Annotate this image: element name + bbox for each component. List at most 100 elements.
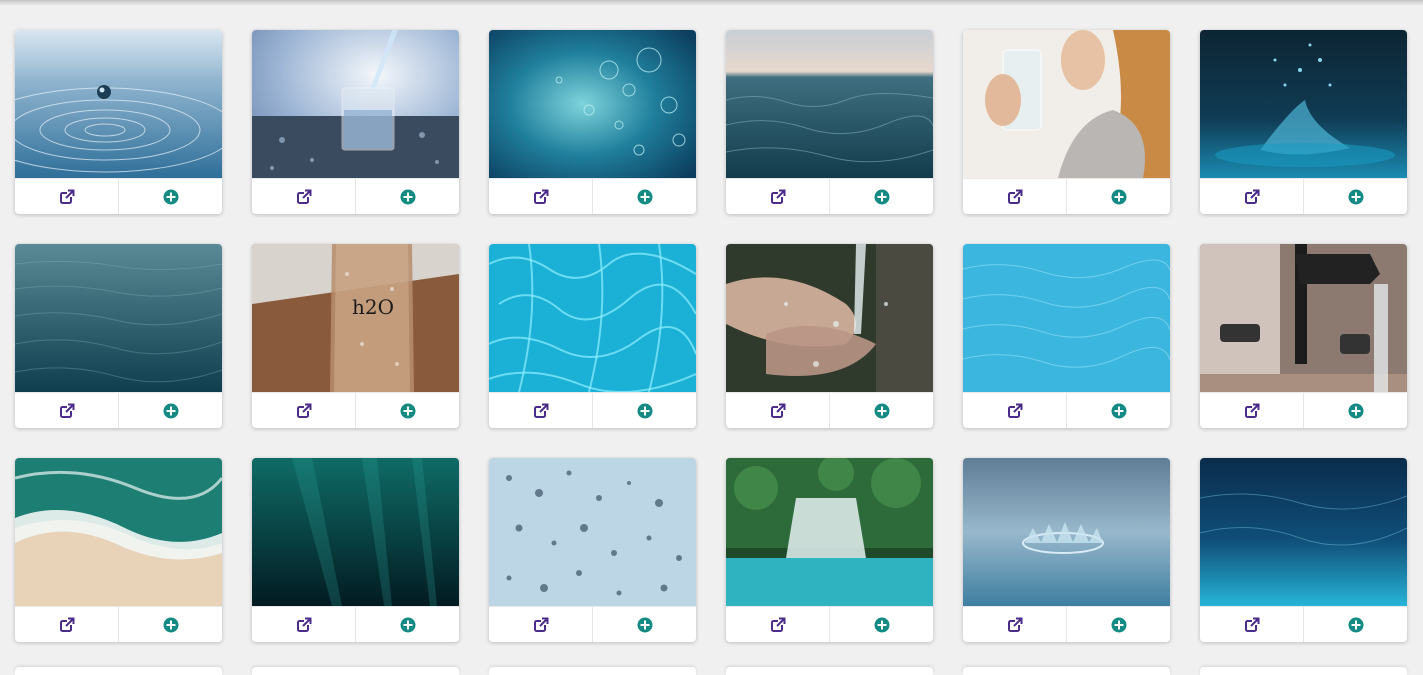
plus-circle-icon <box>637 617 653 633</box>
card-actions <box>489 392 696 428</box>
open-image-button[interactable] <box>1200 179 1303 214</box>
image-thumbnail-raindrops-on-glass[interactable] <box>489 458 696 606</box>
external-link-icon <box>1244 189 1260 205</box>
open-image-button[interactable] <box>963 179 1066 214</box>
image-thumbnail-faucet-running[interactable] <box>1200 244 1407 392</box>
add-image-button[interactable] <box>1303 393 1407 428</box>
external-link-icon <box>770 189 786 205</box>
open-image-button[interactable] <box>726 179 829 214</box>
external-link-icon <box>533 403 549 419</box>
open-image-button[interactable] <box>252 393 355 428</box>
gallery-card <box>963 30 1170 214</box>
plus-circle-icon <box>163 403 179 419</box>
gallery-card <box>252 30 459 214</box>
card-actions <box>963 392 1170 428</box>
add-image-button[interactable] <box>592 607 696 642</box>
image-thumbnail-aerial-beach-waves[interactable] <box>15 458 222 606</box>
add-image-button[interactable] <box>1066 393 1170 428</box>
image-thumbnail-woman-drinking-water[interactable] <box>963 30 1170 178</box>
add-image-button[interactable] <box>1303 179 1407 214</box>
card-actions <box>252 606 459 642</box>
add-image-button[interactable] <box>592 179 696 214</box>
gallery-card <box>489 458 696 642</box>
open-image-button[interactable] <box>963 393 1066 428</box>
add-image-button[interactable] <box>829 393 933 428</box>
gallery-card <box>15 30 222 214</box>
add-image-button[interactable] <box>829 607 933 642</box>
image-thumbnail-ocean-surface-dusk[interactable] <box>726 30 933 178</box>
add-image-button[interactable] <box>1066 179 1170 214</box>
image-thumbnail-hands-under-water-stream[interactable] <box>726 244 933 392</box>
plus-circle-icon <box>1111 403 1127 419</box>
open-image-button[interactable] <box>726 607 829 642</box>
add-image-button[interactable] <box>829 179 933 214</box>
card-partial <box>15 667 222 675</box>
open-image-button[interactable] <box>252 607 355 642</box>
card-actions <box>15 392 222 428</box>
add-image-button[interactable] <box>1303 607 1407 642</box>
plus-circle-icon <box>874 403 890 419</box>
card-actions <box>726 392 933 428</box>
card-partial <box>726 667 933 675</box>
card-actions <box>963 178 1170 214</box>
image-thumbnail-pool-caustics[interactable] <box>489 244 696 392</box>
card-partial <box>1200 667 1407 675</box>
card-actions <box>963 606 1170 642</box>
add-image-button[interactable] <box>1066 607 1170 642</box>
open-image-button[interactable] <box>252 179 355 214</box>
add-image-button[interactable] <box>118 607 222 642</box>
svg-text:h2O: h2O <box>352 295 394 319</box>
card-actions <box>15 178 222 214</box>
card-actions <box>1200 606 1407 642</box>
gallery-card <box>1200 244 1407 428</box>
open-image-button[interactable] <box>15 179 118 214</box>
open-image-button[interactable] <box>489 179 592 214</box>
external-link-icon <box>296 403 312 419</box>
plus-circle-icon <box>400 189 416 205</box>
external-link-icon <box>1244 617 1260 633</box>
image-thumbnail-tropical-waterfall[interactable] <box>726 458 933 606</box>
add-image-button[interactable] <box>355 393 459 428</box>
image-gallery: h2O <box>15 30 1407 642</box>
image-thumbnail-h2o-bottle[interactable]: h2O <box>252 244 459 392</box>
plus-circle-icon <box>163 189 179 205</box>
image-thumbnail-underwater-bubbles[interactable] <box>489 30 696 178</box>
open-image-button[interactable] <box>489 393 592 428</box>
image-thumbnail-pool-water[interactable] <box>963 244 1170 392</box>
open-image-button[interactable] <box>1200 607 1303 642</box>
plus-circle-icon <box>400 617 416 633</box>
add-image-button[interactable] <box>118 393 222 428</box>
external-link-icon <box>1007 189 1023 205</box>
image-thumbnail-underwater-waves[interactable] <box>1200 458 1407 606</box>
open-image-button[interactable] <box>726 393 829 428</box>
external-link-icon <box>533 617 549 633</box>
image-thumbnail-water-splash-dark[interactable] <box>1200 30 1407 178</box>
image-thumbnail-deep-underwater[interactable] <box>252 458 459 606</box>
external-link-icon <box>1007 403 1023 419</box>
card-actions <box>15 606 222 642</box>
open-image-button[interactable] <box>15 607 118 642</box>
open-image-button[interactable] <box>489 607 592 642</box>
add-image-button[interactable] <box>355 179 459 214</box>
external-link-icon <box>296 617 312 633</box>
image-thumbnail-water-drop-ripple[interactable] <box>15 30 222 178</box>
external-link-icon <box>296 189 312 205</box>
open-image-button[interactable] <box>963 607 1066 642</box>
card-actions <box>252 392 459 428</box>
image-thumbnail-water-crown-splash[interactable] <box>963 458 1170 606</box>
plus-circle-icon <box>1348 403 1364 419</box>
open-image-button[interactable] <box>1200 393 1303 428</box>
add-image-button[interactable] <box>592 393 696 428</box>
image-thumbnail-glass-being-filled[interactable] <box>252 30 459 178</box>
add-image-button[interactable] <box>118 179 222 214</box>
gallery-card <box>489 30 696 214</box>
external-link-icon <box>59 617 75 633</box>
image-thumbnail-calm-sea-surface[interactable] <box>15 244 222 392</box>
open-image-button[interactable] <box>15 393 118 428</box>
add-image-button[interactable] <box>355 607 459 642</box>
card-actions <box>489 606 696 642</box>
external-link-icon <box>533 189 549 205</box>
next-row-partial <box>15 667 1407 675</box>
plus-circle-icon <box>637 189 653 205</box>
plus-circle-icon <box>1111 189 1127 205</box>
